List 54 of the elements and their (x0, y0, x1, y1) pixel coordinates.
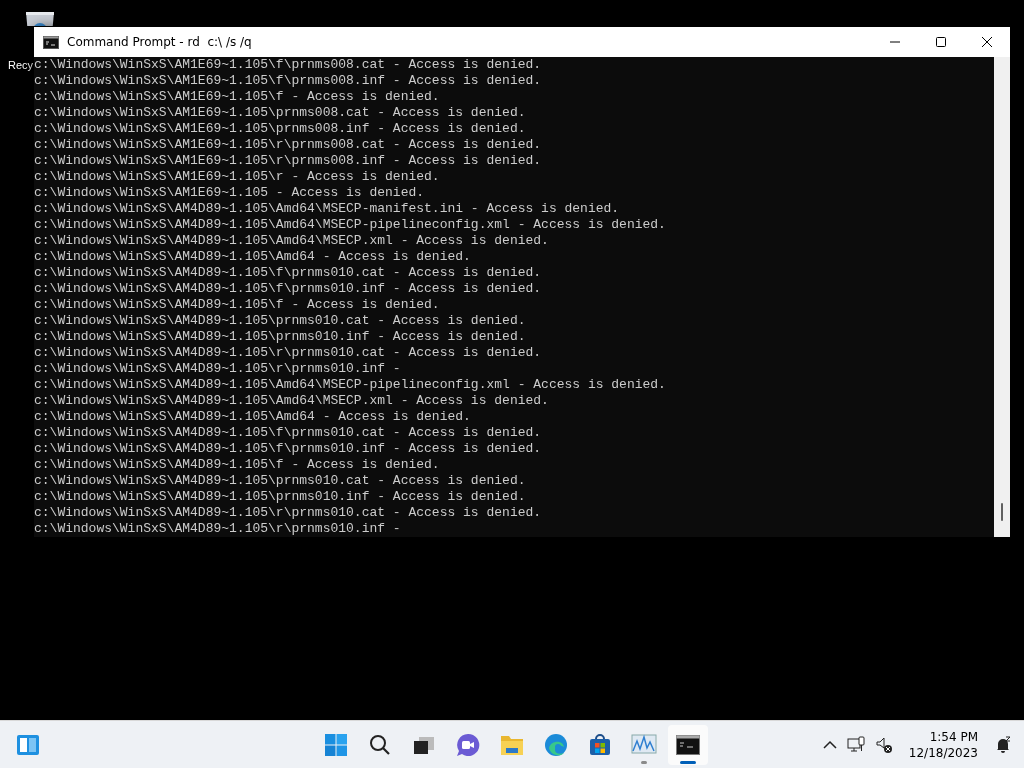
console-line: c:\Windows\WinSxS\AM4D89~1.105\Amd64\MSECP-pipelineconfig.xml - Access is denied. (34, 217, 667, 233)
store-icon (588, 732, 612, 757)
console-line: c:\Windows\WinSxS\AM4D89~1.105\Amd64\MSECP-manifest.ini - Access is denied. (34, 201, 621, 217)
clock[interactable]: 1:54 PM 12/18/2023 (908, 728, 978, 761)
maximize-icon (935, 36, 947, 48)
console-line: c:\Windows\WinSxS\AM4D89~1.105\f\prnms010.inf - Access is denied. (34, 281, 543, 297)
console-line: c:\Windows\WinSxS\AM4D89~1.105\r\prnms010.inf - (34, 361, 402, 377)
console-line: c:\Windows\WinSxS\AM4D89~1.105\prnms010.inf - Access is denied. (34, 489, 527, 505)
console-line: c:\Windows\WinSxS\AM1E69~1.105\r\prnms008.inf - Access is denied. (34, 153, 543, 169)
console-line: c:\Windows\WinSxS\AM4D89~1.105\Amd64\MSECP.xml - Access is denied. (34, 393, 550, 409)
console-line: c:\Windows\WinSxS\AM1E69~1.105\r\prnms008.cat - Access is denied. (34, 137, 543, 153)
console-line: c:\Windows\WinSxS\AM4D89~1.105\r\prnms010.inf - (34, 521, 402, 537)
clock-time: 1:54 PM (929, 728, 978, 745)
clock-date: 12/18/2023 (908, 744, 978, 761)
chevron-up-icon[interactable] (822, 739, 837, 750)
search-icon (369, 733, 391, 756)
console-line: c:\Windows\WinSxS\AM4D89~1.105\f\prnms010.cat - Access is denied. (34, 425, 543, 441)
console-line: c:\Windows\WinSxS\AM4D89~1.105\prnms010.cat - Access is denied. (34, 313, 527, 329)
console-line: c:\Windows\WinSxS\AM4D89~1.105\f\prnms010.cat - Access is denied. (34, 265, 543, 281)
window-title: Command Prompt - rd c:\ /s /q (67, 35, 253, 49)
taskbar-app-button[interactable] (668, 724, 708, 765)
console-line: c:\Windows\WinSxS\AM4D89~1.105\Amd64\MSECP.xml - Access is denied. (34, 233, 550, 249)
terminal-icon (676, 734, 700, 755)
console-line: c:\Windows\WinSxS\AM1E69~1.105\prnms008.cat - Access is denied. (34, 105, 527, 121)
start-icon (324, 732, 348, 757)
console-line: c:\Windows\WinSxS\AM1E69~1.105\f\prnms008.inf - Access is denied. (34, 73, 543, 89)
console-line: c:\Windows\WinSxS\AM4D89~1.105\r\prnms010.cat - Access is denied. (34, 345, 543, 361)
console-line: c:\Windows\WinSxS\AM4D89~1.105\prnms010.cat - Access is denied. (34, 473, 527, 489)
console-line: c:\Windows\WinSxS\AM4D89~1.105\f\prnms010.inf - Access is denied. (34, 441, 543, 457)
terminal-icon (43, 35, 59, 49)
console-line: c:\Windows\WinSxS\AM4D89~1.105\f - Access is denied. (34, 297, 441, 313)
console-line: c:\Windows\WinSxS\AM1E69~1.105 - Access is denied. (34, 185, 426, 201)
folder-icon (500, 733, 524, 756)
console-line: c:\Windows\WinSxS\AM1E69~1.105\f - Access is denied. (34, 89, 441, 105)
browser-icon (544, 732, 568, 757)
console-line: c:\Windows\WinSxS\AM4D89~1.105\Amd64 - Access is denied. (34, 409, 472, 425)
video-chat-icon (456, 732, 480, 757)
widgets-icon (16, 733, 40, 756)
console-line: c:\Windows\WinSxS\AM4D89~1.105\prnms010.inf - Access is denied. (34, 329, 527, 345)
speaker-muted-icon[interactable] (874, 735, 893, 754)
scrollbar-thumb[interactable] (1001, 503, 1003, 521)
console-line: c:\Windows\WinSxS\AM4D89~1.105\Amd64\MSECP-pipelineconfig.xml - Access is denied. (34, 377, 667, 393)
console-line: c:\Windows\WinSxS\AM1E69~1.105\prnms008.inf - Access is denied. (34, 121, 527, 137)
network-icon[interactable] (846, 735, 865, 754)
console-line: c:\Windows\WinSxS\AM1E69~1.105\r - Access is denied. (34, 169, 441, 185)
console-line: c:\Windows\WinSxS\AM4D89~1.105\r\prnms010.cat - Access is denied. (34, 505, 543, 521)
scrollbar[interactable] (994, 57, 1010, 537)
desktop-icon-label: Recy (8, 59, 34, 71)
console-line: c:\Windows\WinSxS\AM4D89~1.105\Amd64 - Access is denied. (34, 249, 472, 265)
monitor-chart-icon (631, 733, 657, 756)
task-view-icon (413, 734, 435, 755)
console-line: c:\Windows\WinSxS\AM4D89~1.105\f - Access is denied. (34, 457, 441, 473)
console-line: c:\Windows\WinSxS\AM1E69~1.105\f\prnms008.cat - Access is denied. (34, 57, 543, 73)
close-icon (981, 36, 993, 48)
